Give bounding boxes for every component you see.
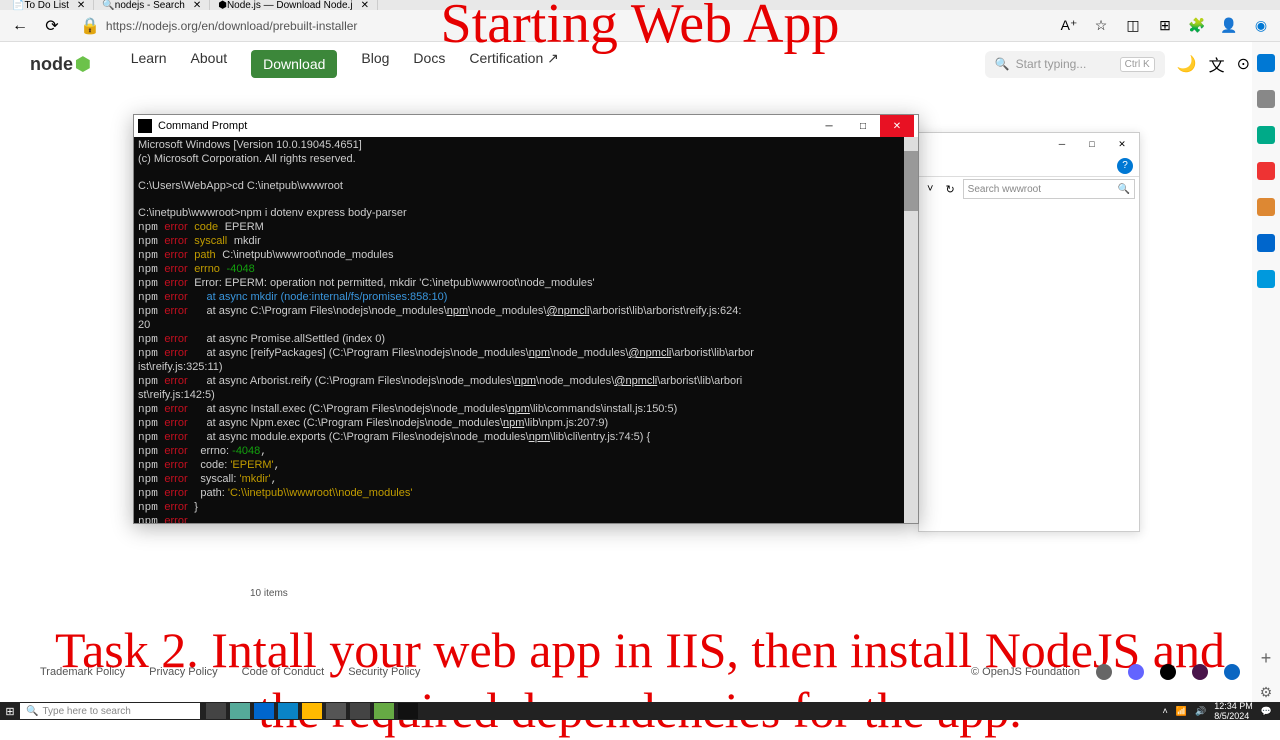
cmd-icon[interactable] (398, 703, 418, 719)
start-button[interactable]: ⊞ (0, 702, 20, 720)
explorer-window[interactable]: ─ □ ✕ ? ˅ ↻ Search wwwroot 🔍 (918, 132, 1140, 532)
outlook-icon[interactable] (1257, 234, 1275, 252)
command-prompt-window[interactable]: Command Prompt ─ □ ✕ Microsoft Windows [… (133, 114, 919, 524)
refresh-icon[interactable]: ↻ (941, 183, 958, 196)
tray-network-icon[interactable]: 📶 (1176, 706, 1187, 717)
github-icon[interactable] (1096, 664, 1112, 680)
games-icon[interactable] (1257, 162, 1275, 180)
cart-icon[interactable] (1257, 270, 1275, 288)
footer-privacy[interactable]: Privacy Policy (149, 666, 217, 678)
nodejs-logo[interactable]: node⬢ (30, 54, 91, 75)
search-icon: 🔍 (995, 57, 1010, 71)
footer-trademark[interactable]: Trademark Policy (40, 666, 125, 678)
explorer-icon[interactable] (302, 703, 322, 719)
taskbar-app-icon[interactable] (254, 703, 274, 719)
mastodon-icon[interactable] (1128, 664, 1144, 680)
search-icon: 🔍 (1118, 184, 1130, 195)
maximize-button[interactable]: □ (846, 115, 880, 137)
tray-volume-icon[interactable]: 🔊 (1195, 706, 1206, 717)
cmd-title-text: Command Prompt (158, 120, 247, 132)
maximize-button[interactable]: □ (1077, 134, 1107, 154)
site-footer: Trademark Policy Privacy Policy Code of … (0, 664, 1280, 680)
taskbar-clock[interactable]: 12:34 PM 8/5/2024 (1214, 701, 1253, 721)
task-view-icon[interactable] (206, 703, 226, 719)
chevron-down-icon[interactable]: ˅ (923, 183, 937, 195)
chat-icon[interactable] (1257, 54, 1275, 72)
tools-icon[interactable] (1257, 90, 1275, 108)
add-icon[interactable]: + (1257, 648, 1275, 666)
taskbar-search[interactable]: 🔍 Type here to search (20, 703, 200, 719)
mail-icon[interactable] (350, 703, 370, 719)
cmd-output[interactable]: Microsoft Windows [Version 10.0.19045.46… (134, 137, 918, 523)
theme-toggle-icon[interactable]: 🌙 (1177, 54, 1197, 74)
help-icon[interactable]: ? (1117, 158, 1133, 174)
cmd-titlebar[interactable]: Command Prompt ─ □ ✕ (134, 115, 918, 137)
close-button[interactable]: ✕ (880, 115, 914, 137)
close-button[interactable]: ✕ (1107, 134, 1137, 154)
hex-icon: ⬢ (75, 54, 91, 75)
edge-sidebar: + ⚙ (1252, 42, 1280, 702)
explorer-titlebar: ─ □ ✕ (919, 133, 1139, 155)
explorer-search[interactable]: Search wwwroot 🔍 (963, 179, 1135, 199)
settings-icon[interactable]: ⚙ (1257, 684, 1275, 702)
footer-conduct[interactable]: Code of Conduct (242, 666, 325, 678)
search-kbd: Ctrl K (1120, 57, 1155, 72)
edge-icon[interactable] (278, 703, 298, 719)
explorer-ribbon: ? (919, 155, 1139, 177)
store-icon[interactable] (326, 703, 346, 719)
overlay-title: Starting Web App (0, 0, 1280, 56)
minimize-button[interactable]: ─ (812, 115, 846, 137)
tray-chevron-icon[interactable]: ˄ (1163, 706, 1168, 716)
explorer-item-count: 10 items (250, 588, 288, 599)
taskbar-app-icon[interactable] (374, 703, 394, 719)
footer-security[interactable]: Security Policy (348, 666, 420, 678)
scrollbar-thumb[interactable] (904, 151, 918, 211)
shopping-icon[interactable] (1257, 126, 1275, 144)
office-icon[interactable] (1257, 198, 1275, 216)
explorer-address-row: ˅ ↻ Search wwwroot 🔍 (919, 177, 1139, 201)
slack-icon[interactable] (1192, 664, 1208, 680)
minimize-button[interactable]: ─ (1047, 134, 1077, 154)
notifications-icon[interactable]: 💬 (1261, 706, 1272, 717)
footer-openjs: © OpenJS Foundation (971, 666, 1080, 678)
search-placeholder: Start typing... (1016, 57, 1087, 71)
overlay-task-text: Task 2. Intall your web app in IIS, then… (30, 620, 1250, 740)
linkedin-icon[interactable] (1224, 664, 1240, 680)
scrollbar[interactable] (904, 137, 918, 523)
taskbar-app-icon[interactable] (230, 703, 250, 719)
github-icon[interactable]: ⊙ (1237, 54, 1250, 74)
taskbar: ⊞ 🔍 Type here to search ˄ 📶 🔊 12:34 PM 8… (0, 702, 1280, 720)
explorer-search-placeholder: Search wwwroot (968, 184, 1041, 195)
cmd-icon (138, 119, 152, 133)
x-icon[interactable] (1160, 664, 1176, 680)
